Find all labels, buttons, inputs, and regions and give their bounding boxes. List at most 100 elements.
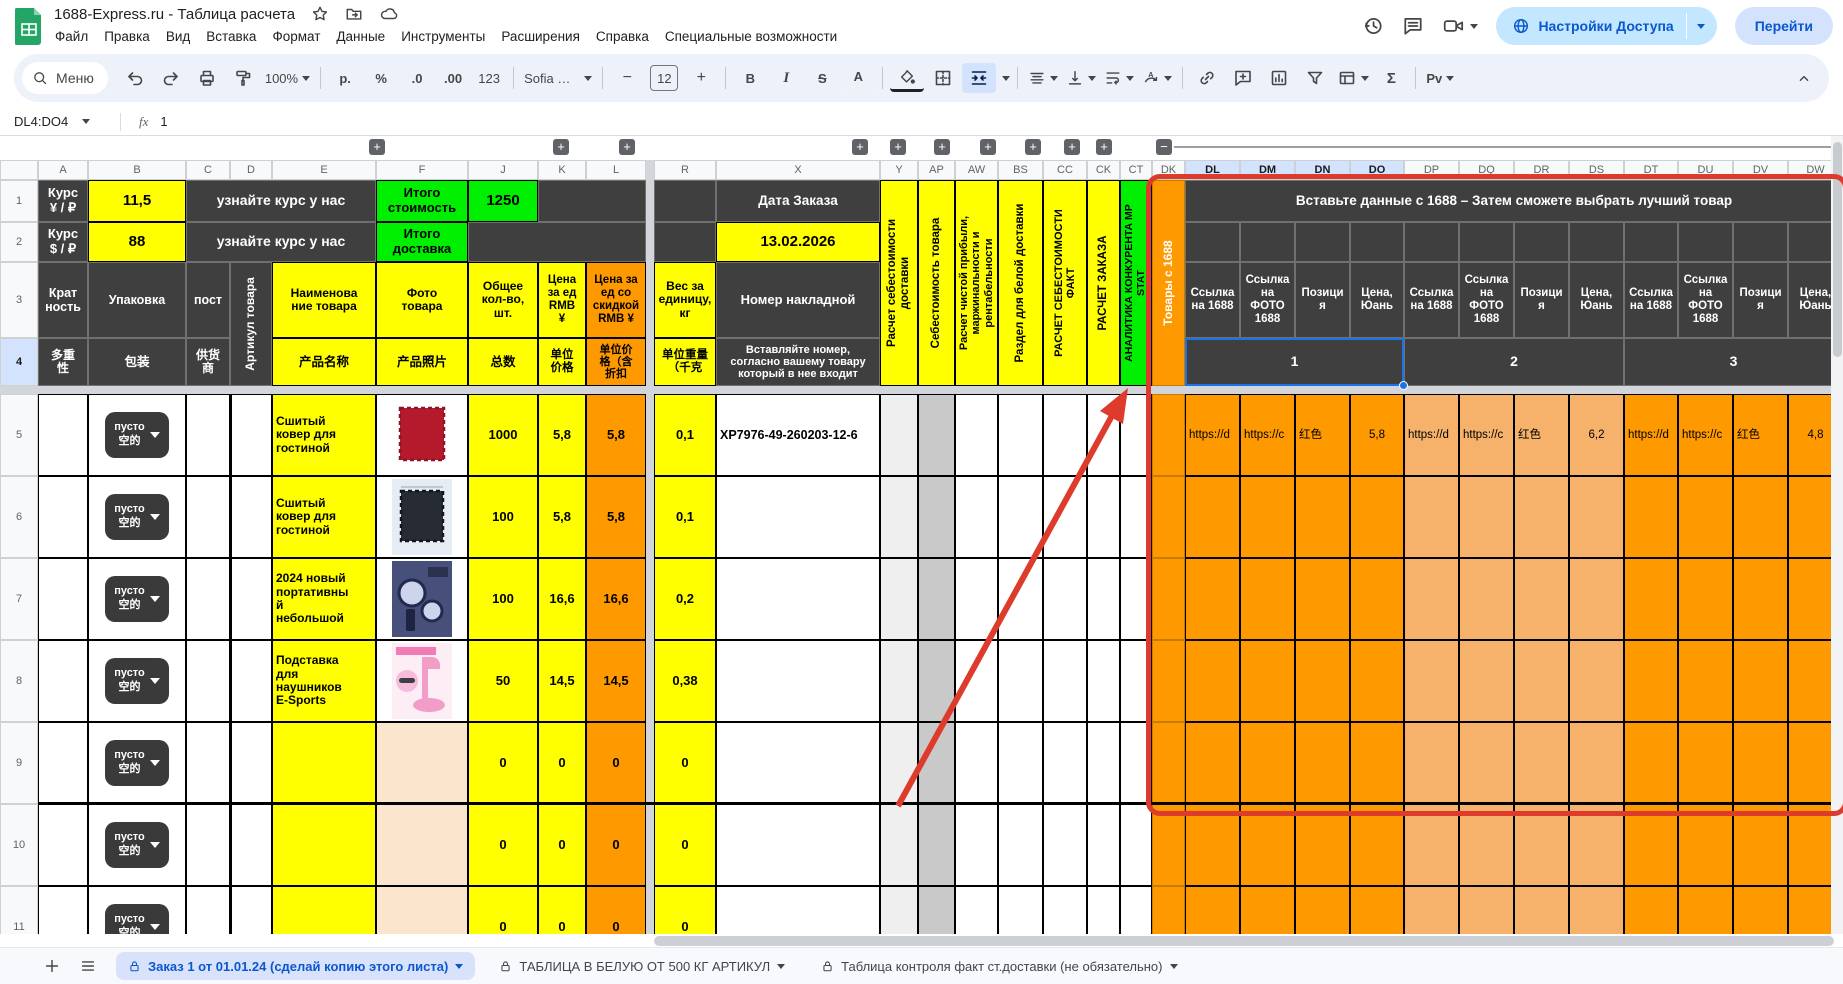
cell-F11[interactable] [376, 886, 468, 934]
cell-DS3[interactable]: Цена, Юань [1569, 262, 1624, 338]
row-header-8[interactable]: 8 [0, 640, 38, 722]
cell-DS2[interactable] [1569, 222, 1624, 262]
cell-DT3[interactable]: Ссылка на 1688 [1624, 262, 1678, 338]
text-color-button[interactable]: A [841, 65, 875, 92]
cell-DR9[interactable] [1514, 722, 1569, 804]
group-collapse-button[interactable]: − [1156, 139, 1172, 155]
cell-DK11[interactable] [1152, 886, 1185, 934]
sheet-tab-menu-caret[interactable] [455, 964, 463, 969]
merge-cells-button[interactable] [962, 63, 996, 93]
package-dropdown[interactable]: пусто 空的 [105, 576, 169, 622]
column-header-CK[interactable]: CK [1087, 160, 1120, 180]
cell-R2[interactable] [654, 222, 716, 262]
cell-B6[interactable]: пусто 空的 [88, 476, 186, 558]
cell-Y8[interactable] [880, 640, 918, 722]
cell-DP6[interactable] [1404, 476, 1459, 558]
cell-CK1[interactable]: РАСЧЕТ ЗАКАЗА [1087, 180, 1120, 386]
cell-DK6[interactable] [1152, 476, 1185, 558]
cell-BS10[interactable] [998, 804, 1043, 886]
group-expand-button[interactable]: + [1025, 139, 1041, 155]
cell-DL4[interactable]: 1 [1185, 338, 1404, 386]
cell-DP11[interactable] [1404, 886, 1459, 934]
cell-DT5[interactable]: https://d [1624, 394, 1678, 476]
cell-DN8[interactable] [1295, 640, 1350, 722]
group-expand-button[interactable]: + [890, 139, 906, 155]
cell-E10[interactable] [272, 804, 376, 886]
cell-K8[interactable]: 14,5 [538, 640, 586, 722]
functions-button[interactable]: Σ [1374, 63, 1408, 93]
history-icon[interactable] [1362, 15, 1384, 37]
cell-DQ7[interactable] [1459, 558, 1514, 640]
cell-C7[interactable] [186, 558, 230, 640]
cell-DK1[interactable]: Товары с 1688 [1152, 180, 1185, 386]
comments-icon[interactable] [1402, 15, 1424, 37]
cell-CC6[interactable] [1043, 476, 1087, 558]
cell-CT9[interactable] [1120, 722, 1152, 804]
cell-A1[interactable]: Курс ¥ / ₽ [38, 180, 88, 222]
cell-CK6[interactable] [1087, 476, 1120, 558]
row-header-5[interactable]: 5 [0, 394, 38, 476]
cell-F9[interactable] [376, 722, 468, 804]
cell-DL5[interactable]: https://d [1185, 394, 1240, 476]
add-sheet-icon[interactable] [36, 950, 68, 982]
column-header-K[interactable]: K [538, 160, 586, 180]
cell-A11[interactable] [38, 886, 88, 934]
cell-R4[interactable]: 单位重量 （千克 [654, 338, 716, 386]
cell-AW10[interactable] [955, 804, 998, 886]
cell-R8[interactable]: 0,38 [654, 640, 716, 722]
cell-L8[interactable]: 14,5 [586, 640, 646, 722]
sheet-tab[interactable]: Заказ 1 от 01.01.24 (сделай копию этого … [116, 952, 475, 980]
cell-X1[interactable]: Дата Заказа [716, 180, 880, 222]
cell-DP7[interactable] [1404, 558, 1459, 640]
cell-B5[interactable]: пусто 空的 [88, 394, 186, 476]
group-expand-button[interactable]: + [619, 139, 635, 155]
cell-K7[interactable]: 16,6 [538, 558, 586, 640]
cell-DS10[interactable] [1569, 804, 1624, 886]
cell-DP9[interactable] [1404, 722, 1459, 804]
cell-DL2[interactable] [1185, 222, 1240, 262]
cell-F3[interactable]: Фото товара [376, 262, 468, 338]
cell-DL10[interactable] [1185, 804, 1240, 886]
cell-B11[interactable]: пусто 空的 [88, 886, 186, 934]
cell-DN11[interactable] [1295, 886, 1350, 934]
cell-BS1[interactable]: Раздел для белой доставки [998, 180, 1043, 386]
name-box[interactable]: DL4:DO4 [0, 114, 110, 129]
cell-K9[interactable]: 0 [538, 722, 586, 804]
cell-DK10[interactable] [1152, 804, 1185, 886]
all-sheets-icon[interactable] [72, 950, 104, 982]
cell-DN5[interactable]: 红色 [1295, 394, 1350, 476]
column-header-DV[interactable]: DV [1733, 160, 1788, 180]
cell-R5[interactable]: 0,1 [654, 394, 716, 476]
cell-C10[interactable] [186, 804, 230, 886]
cell-DO9[interactable] [1350, 722, 1404, 804]
cell-D5[interactable] [230, 394, 272, 476]
cell-DS6[interactable] [1569, 476, 1624, 558]
cell-DM5[interactable]: https://c [1240, 394, 1295, 476]
cell-DN6[interactable] [1295, 476, 1350, 558]
cell-CK5[interactable] [1087, 394, 1120, 476]
cell-B9[interactable]: пусто 空的 [88, 722, 186, 804]
move-folder-icon[interactable] [345, 5, 363, 23]
cell-BS11[interactable] [998, 886, 1043, 934]
cell-B1[interactable]: 11,5 [88, 180, 186, 222]
cell-E3[interactable]: Наименова ние товара [272, 262, 376, 338]
cell-CC5[interactable] [1043, 394, 1087, 476]
cell-DV11[interactable] [1733, 886, 1788, 934]
cell-C3[interactable]: пост [186, 262, 230, 338]
row-header-6[interactable]: 6 [0, 476, 38, 558]
cell-CK7[interactable] [1087, 558, 1120, 640]
cell-DP10[interactable] [1404, 804, 1459, 886]
cell-E11[interactable] [272, 886, 376, 934]
cell-DO11[interactable] [1350, 886, 1404, 934]
cell-DT11[interactable] [1624, 886, 1678, 934]
cell-E6[interactable]: Сшитый ковер для гостиной [272, 476, 376, 558]
row-header-7[interactable]: 7 [0, 558, 38, 640]
currency-pv-button[interactable]: Pv [1423, 63, 1457, 93]
column-header-AW[interactable]: AW [955, 160, 998, 180]
cell-AW1[interactable]: Расчет чистой прибыли, маржинальности и … [955, 180, 998, 386]
cell-DQ5[interactable]: https://c [1459, 394, 1514, 476]
group-expand-button[interactable]: + [980, 139, 996, 155]
column-header-DR[interactable]: DR [1514, 160, 1569, 180]
cell-L6[interactable]: 5,8 [586, 476, 646, 558]
cell-DN9[interactable] [1295, 722, 1350, 804]
